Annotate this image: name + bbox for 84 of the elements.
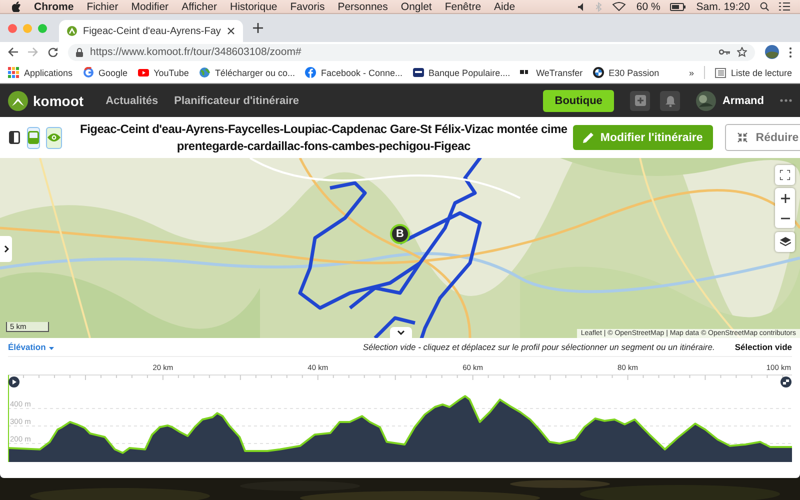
plus-icon xyxy=(634,95,646,106)
key-icon[interactable] xyxy=(719,49,730,55)
pencil-icon xyxy=(583,132,594,143)
facebook-icon xyxy=(304,67,316,78)
notifications-button[interactable] xyxy=(660,90,680,110)
menu-item[interactable]: Afficher xyxy=(182,0,217,12)
bookmark[interactable]: WeTransfer xyxy=(520,67,583,78)
avatar-icon xyxy=(696,90,716,110)
lock-icon xyxy=(76,48,83,56)
menu-item[interactable]: Modifier xyxy=(131,0,169,12)
apps-icon xyxy=(8,67,19,78)
mountain-logo-icon xyxy=(8,90,28,110)
tour-title: prentegarde-cardaillac-fons-cambes-pechigou-Figeac xyxy=(176,138,470,154)
selection-hint: Sélection vide - cliquez et déplacez sur le profil pour sélectionner un segment ou un itinéraire. xyxy=(362,342,715,352)
avatar-icon[interactable] xyxy=(765,45,779,59)
menu-item[interactable]: Onglet xyxy=(400,0,432,12)
star-icon[interactable] xyxy=(737,47,747,57)
menu-item[interactable]: Favoris xyxy=(290,0,325,12)
more-bookmarks-button[interactable]: » xyxy=(688,68,694,78)
add-button[interactable] xyxy=(630,90,650,110)
reading-list-icon xyxy=(714,68,726,78)
reading-list-button[interactable]: Liste de lecture xyxy=(714,68,792,78)
more-icon[interactable] xyxy=(780,99,792,102)
bookmark[interactable]: Google xyxy=(82,67,128,78)
bookmark[interactable]: E30 Passion xyxy=(592,67,660,78)
komoot-logo[interactable]: komoot xyxy=(8,90,84,110)
google-icon xyxy=(82,67,94,78)
new-tab-icon[interactable] xyxy=(252,23,263,33)
collapse-button[interactable]: Réduire xyxy=(724,124,800,151)
collapse-map-button[interactable] xyxy=(390,327,412,338)
start-icon[interactable] xyxy=(8,376,20,388)
bookmark[interactable]: YouTube xyxy=(138,67,189,78)
tour-title: Figeac-Ceint d'eau-Ayrens-Faycelles-Loupiac-Capdenac Gare-St Félix-Vizac montée cime xyxy=(80,120,568,138)
bookmark[interactable]: Télécharger ou co... xyxy=(198,67,295,78)
search-icon[interactable] xyxy=(760,2,769,11)
collapse-icon xyxy=(736,132,748,143)
user-menu[interactable]: Armand xyxy=(696,90,764,110)
bottom-panel-icon xyxy=(28,131,39,144)
sidebar-icon xyxy=(9,131,20,144)
chevron-down-icon xyxy=(397,330,405,335)
address-bar[interactable]: https://www.komoot.fr/tour/348603108/zoom# xyxy=(68,44,755,60)
layers-icon xyxy=(780,237,790,247)
close-icon[interactable] xyxy=(226,27,235,35)
panel-toggle[interactable] xyxy=(27,126,40,148)
expand-sidebar-button[interactable] xyxy=(0,236,12,262)
finish-flag-icon[interactable] xyxy=(780,376,792,388)
reload-icon[interactable] xyxy=(48,47,58,57)
play-icon xyxy=(138,67,149,78)
back-icon[interactable] xyxy=(8,47,18,57)
globe-icon xyxy=(198,67,210,78)
wifi-icon[interactable] xyxy=(612,2,626,11)
bookmark[interactable]: Banque Populaire.... xyxy=(412,67,510,78)
selection-label: Sélection vide xyxy=(734,342,792,352)
list-icon[interactable] xyxy=(779,2,790,11)
bookmark[interactable]: Applications xyxy=(8,67,73,78)
caret-icon xyxy=(48,346,54,350)
menu-item[interactable]: Personnes xyxy=(338,0,388,12)
eye-icon xyxy=(47,133,61,142)
elevation-tab[interactable]: Élévation xyxy=(8,342,54,352)
bank-icon xyxy=(412,67,424,78)
app-menu[interactable]: Chrome xyxy=(34,0,74,12)
shop-button[interactable]: Boutique xyxy=(542,90,614,112)
layers-button[interactable] xyxy=(775,232,795,252)
bookmark[interactable]: Facebook - Conne... xyxy=(304,67,403,78)
chevron-right-icon xyxy=(4,245,8,253)
browser-tab[interactable]: Figeac-Ceint d'eau-Ayrens-Fay xyxy=(59,20,243,42)
fullscreen-button[interactable] xyxy=(775,165,795,185)
roundel-icon xyxy=(592,67,604,78)
battery-icon[interactable] xyxy=(670,2,686,10)
nav-link[interactable]: Actualités xyxy=(106,94,158,106)
fullscreen-icon xyxy=(780,170,790,180)
menu-item[interactable]: Historique xyxy=(230,0,278,12)
menu-item[interactable]: Fichier xyxy=(86,0,118,12)
favicon-icon xyxy=(67,26,77,36)
menubar-clock: Sam. 19:20 xyxy=(696,0,750,12)
plus-icon xyxy=(780,194,790,202)
more-icon[interactable] xyxy=(789,46,792,58)
bell-icon xyxy=(664,94,676,106)
apple-icon xyxy=(12,1,21,12)
menu-item[interactable]: Fenêtre xyxy=(444,0,482,12)
battery-percentage: 60 % xyxy=(636,0,660,12)
menu-item[interactable]: Aide xyxy=(494,0,516,12)
nav-link[interactable]: Planificateur d'itinéraire xyxy=(174,94,300,106)
visibility-toggle[interactable] xyxy=(46,126,62,148)
